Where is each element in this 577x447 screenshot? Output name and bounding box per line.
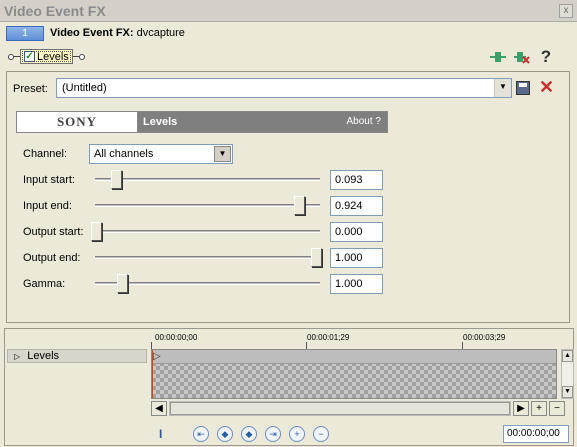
channel-value: All channels	[94, 148, 154, 160]
plugin-enable-checkbox[interactable]: ✓	[24, 51, 35, 62]
plugin-name-text: Levels	[143, 116, 178, 128]
scroll-thumb[interactable]	[170, 402, 510, 415]
chevron-down-icon[interactable]: ▼	[214, 146, 231, 162]
chain-title-source: dvcapture	[136, 27, 185, 39]
zoom-out-button[interactable]: −	[549, 401, 565, 416]
save-preset-icon[interactable]	[516, 81, 530, 95]
scroll-right-icon[interactable]: ▶	[513, 401, 529, 416]
first-keyframe-icon[interactable]: ⇤	[193, 426, 209, 442]
keyframe-controller: ▷ Levels 00:00:00;00 00:00:01;29 00:00:0…	[4, 328, 574, 446]
param-label: Input start:	[23, 174, 75, 186]
param-value-field[interactable]: 0.924	[330, 196, 383, 216]
scroll-left-icon[interactable]: ◀	[151, 401, 167, 416]
zoom-in-button[interactable]: +	[531, 401, 547, 416]
param-value-field[interactable]: 0.093	[330, 170, 383, 190]
chevron-down-icon[interactable]: ▼	[494, 79, 511, 97]
help-icon[interactable]: ?	[537, 47, 555, 66]
chain-title: Video Event FX: dvcapture	[50, 27, 185, 39]
keyframe-marker-icon[interactable]: ▷	[153, 351, 161, 362]
time-ruler[interactable]: 00:00:00;00 00:00:01;29 00:00:03;29	[151, 331, 561, 349]
channel-label: Channel:	[23, 148, 68, 160]
param-slider-track[interactable]	[95, 178, 320, 181]
param-slider-thumb[interactable]	[111, 170, 123, 189]
param-label: Output end:	[23, 252, 81, 264]
track-list-item-levels[interactable]: ▷ Levels	[7, 349, 147, 363]
param-value-field[interactable]: 1.000	[330, 248, 383, 268]
close-button[interactable]: x	[559, 4, 573, 18]
preset-dropdown[interactable]: (Untitled) ▼	[56, 78, 512, 98]
last-keyframe-icon[interactable]: ⇥	[265, 426, 281, 442]
channel-dropdown[interactable]: All channels ▼	[89, 144, 233, 164]
next-keyframe-icon[interactable]: ◆	[241, 426, 257, 442]
ruler-label: 00:00:00;00	[155, 333, 198, 342]
param-slider-track[interactable]	[95, 230, 320, 233]
add-keyframe-icon[interactable]: +	[289, 426, 305, 442]
window-titlebar: Video Event FX x	[0, 0, 577, 22]
about-link[interactable]: About ?	[347, 112, 381, 132]
keyframe-nav-toolbar: I ⇤ ◆ ◆ ⇥ + − 00:00:00;00	[151, 423, 571, 445]
delete-keyframe-icon[interactable]: −	[313, 426, 329, 442]
param-slider-track[interactable]	[95, 256, 320, 259]
ruler-tick	[151, 342, 152, 349]
timecode-field[interactable]: 00:00:00;00	[503, 425, 569, 443]
window-title: Video Event FX	[4, 3, 106, 19]
fx-chain-bar: 1 Video Event FX: dvcapture	[0, 22, 577, 44]
scroll-up-icon[interactable]: ▲	[562, 350, 573, 362]
ruler-label: 00:00:01;29	[307, 333, 350, 342]
track-label: Levels	[27, 350, 60, 362]
remove-plugin-icon[interactable]	[513, 50, 531, 66]
keyframe-row[interactable]: ▷	[152, 350, 556, 364]
chain-connector	[72, 56, 79, 57]
expand-arrow-icon[interactable]: ▷	[14, 352, 20, 361]
param-value-field[interactable]: 0.000	[330, 222, 383, 242]
param-slider-track[interactable]	[95, 204, 320, 207]
param-slider-thumb[interactable]	[294, 196, 306, 215]
ruler-tick	[462, 342, 463, 349]
delete-preset-icon[interactable]: ✕	[539, 77, 554, 98]
param-label: Input end:	[23, 200, 72, 212]
plugin-chip-levels[interactable]: ✓ Levels	[8, 49, 85, 64]
horizontal-scrollbar[interactable]: ◀ ▶ + −	[151, 401, 571, 417]
param-label: Output start:	[23, 226, 84, 238]
plugin-chain-row: ✓ Levels ?	[0, 44, 577, 70]
chain-title-bold: Video Event FX:	[50, 27, 134, 39]
param-slider-thumb[interactable]	[117, 274, 129, 293]
lock-icon[interactable]: I	[159, 427, 162, 441]
param-slider-track[interactable]	[95, 282, 320, 285]
preset-value: (Untitled)	[62, 82, 107, 94]
scroll-down-icon[interactable]: ▼	[562, 386, 573, 398]
banner-plugin-name: Levels About ?	[138, 112, 387, 132]
param-label: Gamma:	[23, 278, 66, 290]
plugin-chain-icon[interactable]	[489, 50, 507, 66]
prev-keyframe-icon[interactable]: ◆	[217, 426, 233, 442]
chain-number-badge[interactable]: 1	[6, 26, 44, 41]
param-slider-thumb[interactable]	[311, 248, 322, 267]
playhead-cursor[interactable]	[152, 350, 153, 398]
plugin-chip-box[interactable]: ✓ Levels	[20, 49, 73, 64]
plugin-panel: Preset: (Untitled) ▼ ✕ SONY Levels About…	[6, 71, 570, 323]
vertical-scrollbar[interactable]: ▲ ▼	[561, 349, 574, 399]
keyframe-timeline[interactable]: ▷	[151, 349, 557, 399]
ruler-label: 00:00:03;29	[463, 333, 506, 342]
plugin-banner: SONY Levels About ?	[16, 111, 388, 133]
param-slider-thumb[interactable]	[91, 222, 102, 241]
chain-output-node-icon	[78, 53, 85, 60]
preset-label: Preset:	[13, 83, 48, 95]
sony-logo: SONY	[17, 112, 138, 132]
ruler-tick	[306, 342, 307, 349]
plugin-chip-label: Levels	[37, 50, 69, 63]
scroll-track[interactable]	[169, 401, 511, 416]
param-value-field[interactable]: 1.000	[330, 274, 383, 294]
